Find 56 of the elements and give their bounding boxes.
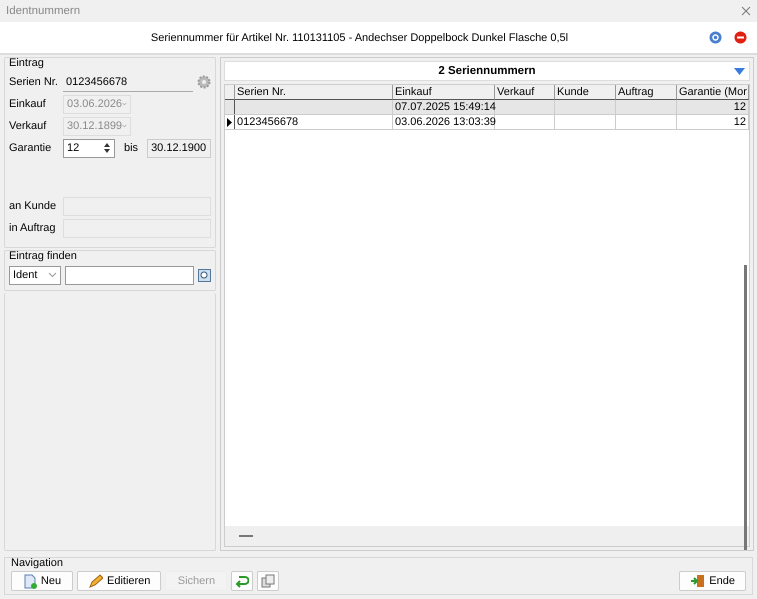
dropdown-triangle-icon[interactable] [734,68,745,74]
grid-title: 2 Seriennummern [438,65,536,77]
help-icon[interactable] [709,31,722,44]
table-cell: 07.07.2025 15:49:14 [393,100,495,114]
column-header[interactable]: Garantie (Mor [677,85,749,100]
pencil-icon [88,574,103,588]
group-title: Navigation [11,557,64,569]
column-header[interactable]: Serien Nr. [235,85,393,100]
column-header[interactable]: Auftrag [616,85,677,100]
search-icon[interactable] [198,268,211,282]
grid-row[interactable]: 0123456678 03.06.2026 13:03:39 12 [225,115,749,130]
table-cell: 12 [677,115,749,129]
icon-button[interactable] [231,571,254,591]
scrollbar-thumb[interactable] [744,265,747,550]
row-header [225,85,235,100]
copy-icon [261,574,276,588]
field-label: Einkauf [9,98,47,110]
window-title: Identnummern [6,5,80,17]
mode-dropdown[interactable]: Ident [9,266,61,284]
row-header[interactable] [225,115,235,129]
field-label: Garantie [9,142,52,154]
field-label: Serien Nr. [9,76,59,88]
scrollbar-thumb[interactable] [239,535,253,537]
undo-arrow-icon [235,574,250,588]
table-cell: 03.06.2026 13:03:39 [393,115,495,129]
chevron-down-icon [48,272,57,278]
toolbar-button[interactable]: Editieren [77,571,162,591]
date-dropdown: 03.06.2026 [63,94,131,114]
exit-door-icon [690,574,706,588]
group-title: Eintrag finden [9,250,78,262]
grid-row[interactable]: 07.07.2025 15:49:14 12 [225,100,749,115]
toolbar-button[interactable]: Neu [11,571,73,591]
warranty-spinner[interactable]: 12 [63,138,115,158]
field-label: Verkauf [9,120,48,132]
column-header[interactable]: Einkauf [393,85,495,100]
date-dropdown: 30.12.1899 [63,116,131,136]
field-label: an Kunde [9,200,58,212]
sos-icon[interactable] [734,31,747,44]
chevron-down-icon [122,101,127,107]
exit-button[interactable]: Ende [679,571,746,591]
column-header[interactable]: Verkauf [495,85,555,100]
group-title: Eintrag [9,57,45,69]
table-cell: 0123456678 [235,115,393,129]
until-field: 30.12.1900 [147,138,211,158]
close-icon[interactable] [741,6,751,16]
chevron-down-icon [122,123,127,129]
spinner-arrows-icon [103,141,111,155]
field-label: bis [124,142,138,154]
table-cell: 12 [677,100,749,114]
document-add-icon [22,574,37,588]
icon-button[interactable] [257,571,280,591]
header-text: Seriennummer für Artikel Nr. 110131105 - Andechser Doppelbock Dunkel Flasche 0,5l [150,32,570,44]
gear-icon[interactable] [197,75,211,89]
field-label: in Auftrag [9,222,56,234]
column-header[interactable]: Kunde [555,85,616,100]
search-field[interactable] [65,266,194,284]
